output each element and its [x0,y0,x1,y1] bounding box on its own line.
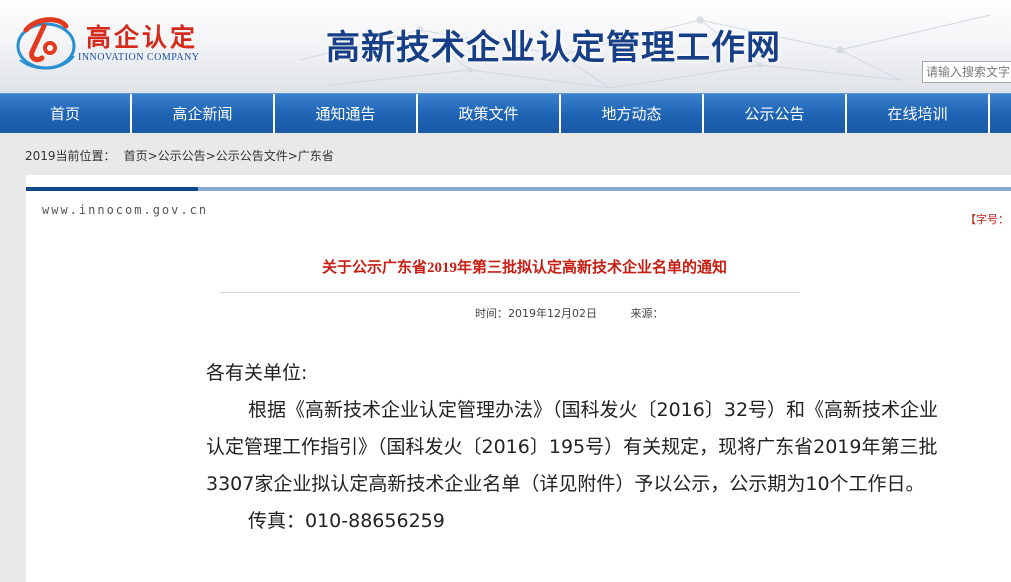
nav-item-announcements[interactable]: 公示公告 [704,94,847,134]
article-salutation: 各有关单位: [206,362,308,384]
nav-item-notices[interactable]: 通知通告 [275,94,418,134]
breadcrumb-link-home[interactable]: 首页 [124,149,148,163]
panel-divider-accent [26,187,198,191]
nav-item-home[interactable]: 首页 [0,94,132,134]
article-fax: 传真：010-88656259 [248,510,445,532]
breadcrumb-link-guangdong[interactable]: 广东省 [298,149,334,163]
breadcrumb: 2019当前位置： 首页>公示公告>公示公告文件>广东省 [25,147,334,164]
breadcrumb-link-announcement-files[interactable]: 公示公告文件 [216,149,288,163]
logo-text: 高企认定 [86,23,199,52]
breadcrumb-separator: > [287,149,298,163]
site-title: 高新技术企业认定管理工作网 [326,28,781,68]
nav-item-online-training[interactable]: 在线培训 [847,94,990,134]
site-logo[interactable]: 高企认定 INNOVATION COMPANY [14,12,204,74]
main-nav: 首页 高企新闻 通知通告 政策文件 地方动态 公示公告 在线培训 [0,93,1011,134]
article-meta: 时间：2019年12月02日 来源： [475,305,668,321]
article-time: 时间：2019年12月02日 [475,307,597,320]
site-header: 高企认定 INNOVATION COMPANY 高新技术企业认定管理工作网 [0,0,1011,93]
article-title: 关于公示广东省2019年第三批拟认定高新技术企业名单的通知 [322,260,728,276]
breadcrumb-bar: 2019当前位置： 首页>公示公告>公示公告文件>广东省 [0,133,1011,175]
site-domain: www.innocom.gov.cn [42,203,209,217]
breadcrumb-separator: > [147,149,158,163]
breadcrumb-prefix: 当前位置： [55,149,116,163]
breadcrumb-year: 2019 [25,149,56,163]
article-body: 各有关单位: 根据《高新技术企业认定管理办法》（国科发火〔2016〕32号）和《… [206,355,941,540]
article-source: 来源： [630,307,664,320]
nav-item-local-news[interactable]: 地方动态 [561,94,704,134]
content-panel: www.innocom.gov.cn 【字号： 关于公示广东省2019年第三批拟… [26,175,1011,582]
nav-item-news[interactable]: 高企新闻 [132,94,275,134]
breadcrumb-link-announcements[interactable]: 公示公告 [158,149,206,163]
logo-subtitle: INNOVATION COMPANY [78,52,200,63]
logo-emblem-icon [16,17,76,70]
title-divider [220,292,800,293]
nav-item-policies[interactable]: 政策文件 [418,94,561,134]
search-input[interactable] [922,61,1011,83]
breadcrumb-separator: > [205,149,216,163]
article-paragraph: 根据《高新技术企业认定管理办法》（国科发火〔2016〕32号）和《高新技术企业认… [206,399,939,495]
font-size-control[interactable]: 【字号： [965,211,1009,227]
